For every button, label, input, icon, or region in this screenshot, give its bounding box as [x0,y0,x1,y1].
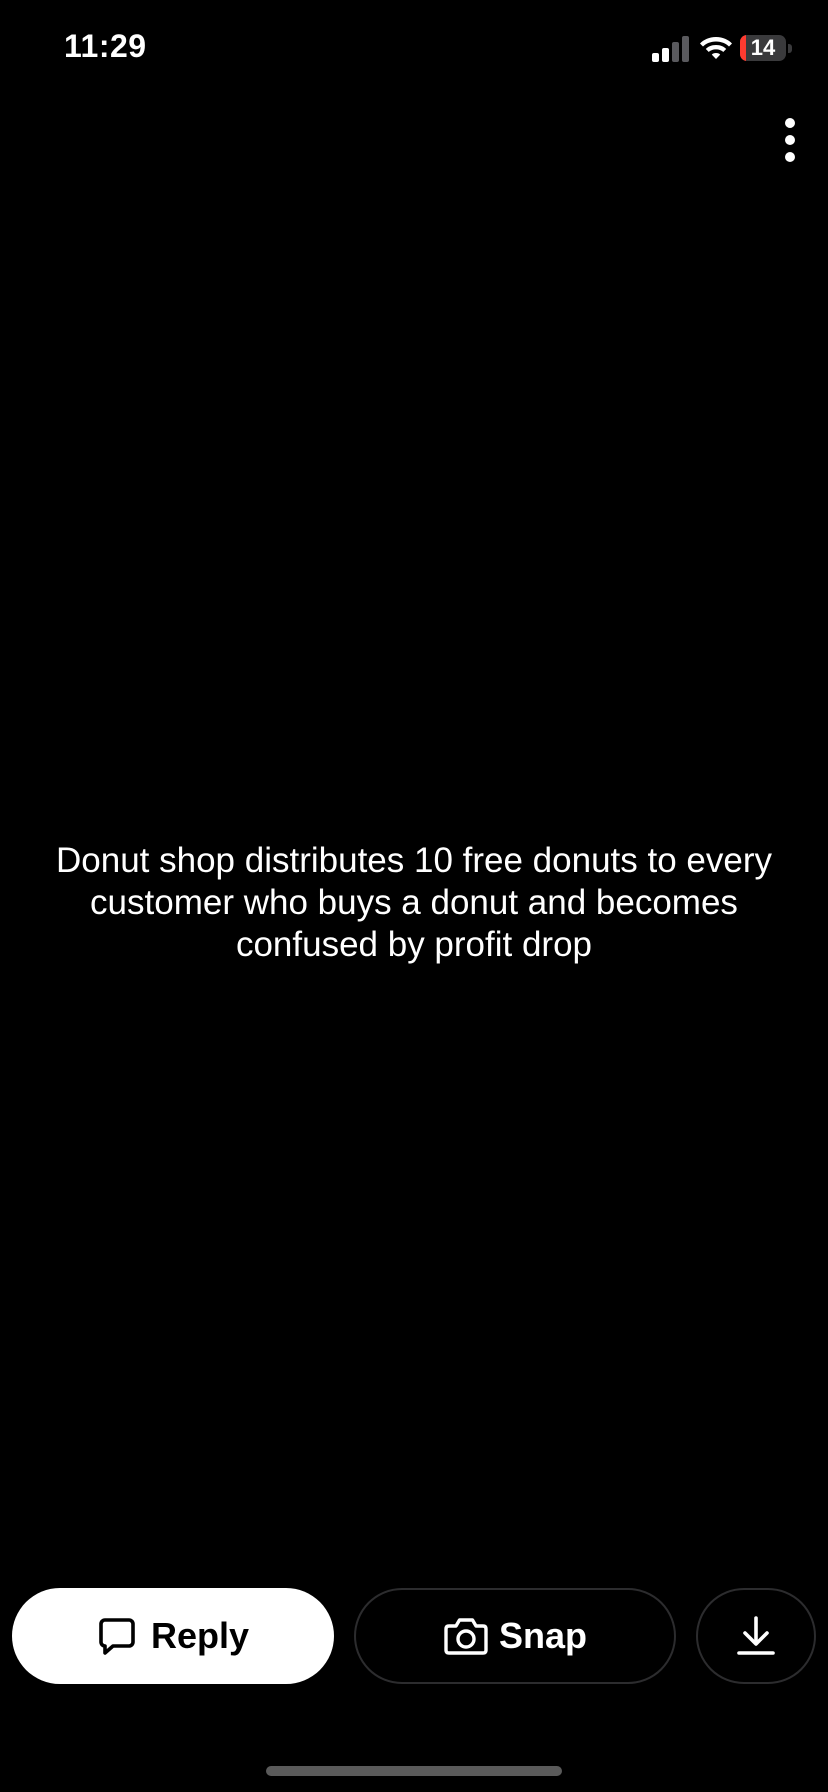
snap-label: Snap [498,1615,587,1656]
more-vertical-icon [785,118,795,128]
cellular-signal-icon [652,36,689,62]
wifi-icon [700,37,732,59]
camera-icon [444,1618,488,1655]
more-options-button[interactable] [770,110,810,170]
battery-indicator: 14 [740,35,792,61]
status-bar: 11:29 14 [0,0,828,100]
home-indicator[interactable] [266,1766,562,1776]
more-vertical-icon-dot [785,135,795,145]
chat-bubble-icon [99,1618,135,1655]
snap-button[interactable]: Snap [354,1588,676,1684]
reply-button[interactable]: Reply [12,1588,334,1684]
battery-level: 14 [750,35,776,60]
download-icon [737,1616,775,1655]
battery-body: 14 [740,35,786,61]
battery-cap [788,44,792,53]
story-caption: Donut shop distributes 10 free donuts to… [56,841,772,964]
more-vertical-icon-dot [785,152,795,162]
reply-label: Reply [150,1615,250,1656]
status-time: 11:29 [64,28,147,64]
download-button[interactable] [696,1588,816,1684]
